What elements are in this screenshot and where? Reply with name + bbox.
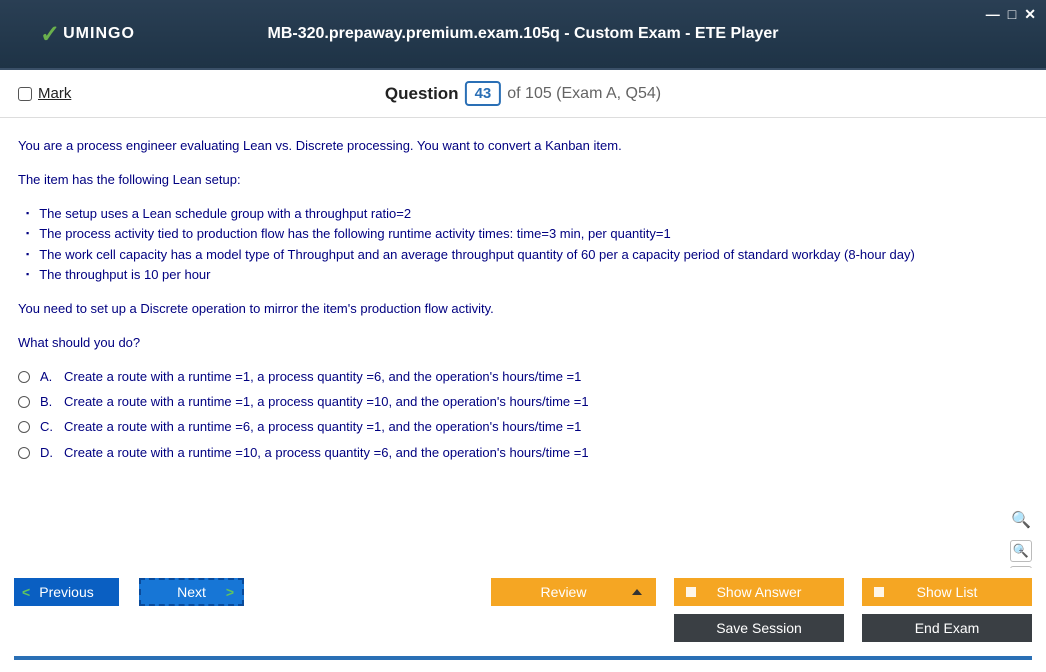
mark-checkbox[interactable] bbox=[18, 87, 32, 101]
end-exam-button[interactable]: End Exam bbox=[862, 614, 1032, 642]
nav-right-2: Save Session End Exam bbox=[674, 614, 1032, 642]
options-list: A. Create a route with a runtime =1, a p… bbox=[18, 367, 1028, 463]
mark-label[interactable]: Mark bbox=[38, 85, 71, 102]
previous-label: Previous bbox=[39, 584, 93, 600]
minimize-icon[interactable]: — bbox=[986, 6, 1000, 23]
question-indicator: Question 43 of 105 (Exam A, Q54) bbox=[385, 81, 661, 106]
question-content: You are a process engineer evaluating Le… bbox=[0, 118, 1046, 598]
save-session-label: Save Session bbox=[716, 620, 802, 636]
option-letter: B. bbox=[40, 392, 56, 412]
show-answer-button[interactable]: Show Answer bbox=[674, 578, 844, 606]
question-word: Question bbox=[385, 84, 459, 104]
square-icon bbox=[874, 587, 884, 597]
radio-icon[interactable] bbox=[18, 447, 30, 459]
intro-text-2: The item has the following Lean setup: bbox=[18, 170, 1028, 190]
option-b[interactable]: B. Create a route with a runtime =1, a p… bbox=[18, 392, 1028, 412]
window-controls: — □ ✕ bbox=[986, 6, 1036, 23]
question-of-text: of 105 (Exam A, Q54) bbox=[507, 85, 661, 103]
question-header: Mark Question 43 of 105 (Exam A, Q54) bbox=[0, 70, 1046, 118]
previous-button[interactable]: < Previous bbox=[14, 578, 119, 606]
square-icon bbox=[686, 587, 696, 597]
nav-right: Review Show Answer Show List bbox=[491, 578, 1032, 606]
bullet-item: The work cell capacity has a model type … bbox=[26, 245, 1028, 265]
option-c[interactable]: C. Create a route with a runtime =6, a p… bbox=[18, 417, 1028, 437]
button-row-1: < Previous Next > Review Show Answer Sho… bbox=[14, 578, 1032, 606]
end-exam-label: End Exam bbox=[915, 620, 980, 636]
question-number: 43 bbox=[465, 81, 502, 106]
radio-icon[interactable] bbox=[18, 421, 30, 433]
show-answer-label: Show Answer bbox=[717, 584, 802, 600]
review-label: Review bbox=[541, 584, 587, 600]
logo-text: UMINGO bbox=[63, 25, 135, 43]
zoom-in-button[interactable]: 🔍+ bbox=[1010, 540, 1032, 562]
option-letter: C. bbox=[40, 417, 56, 437]
radio-icon[interactable] bbox=[18, 371, 30, 383]
option-text: Create a route with a runtime =1, a proc… bbox=[64, 392, 589, 412]
search-icon[interactable]: 🔍 bbox=[1011, 509, 1031, 534]
chevron-left-icon: < bbox=[22, 584, 30, 600]
save-session-button[interactable]: Save Session bbox=[674, 614, 844, 642]
triangle-up-icon bbox=[632, 589, 642, 595]
show-list-label: Show List bbox=[917, 584, 978, 600]
need-text: You need to set up a Discrete operation … bbox=[18, 299, 1028, 319]
bottom-separator bbox=[14, 656, 1032, 660]
next-button[interactable]: Next > bbox=[139, 578, 244, 606]
option-d[interactable]: D. Create a route with a runtime =10, a … bbox=[18, 443, 1028, 463]
close-icon[interactable]: ✕ bbox=[1024, 6, 1036, 23]
option-text: Create a route with a runtime =10, a pro… bbox=[64, 443, 589, 463]
app-logo: ✓ UMINGO bbox=[40, 20, 135, 49]
option-text: Create a route with a runtime =1, a proc… bbox=[64, 367, 581, 387]
next-label: Next bbox=[177, 584, 206, 600]
maximize-icon[interactable]: □ bbox=[1008, 6, 1016, 23]
checkmark-icon: ✓ bbox=[40, 20, 61, 49]
button-row-2: Save Session End Exam bbox=[14, 614, 1032, 642]
bottom-bar: < Previous Next > Review Show Answer Sho… bbox=[0, 568, 1046, 672]
chevron-right-icon: > bbox=[226, 584, 234, 600]
nav-left: < Previous Next > bbox=[14, 578, 244, 606]
bullet-list: The setup uses a Lean schedule group wit… bbox=[26, 204, 1028, 285]
show-list-button[interactable]: Show List bbox=[862, 578, 1032, 606]
option-text: Create a route with a runtime =6, a proc… bbox=[64, 417, 581, 437]
title-bar: ✓ UMINGO MB-320.prepaway.premium.exam.10… bbox=[0, 0, 1046, 70]
option-a[interactable]: A. Create a route with a runtime =1, a p… bbox=[18, 367, 1028, 387]
radio-icon[interactable] bbox=[18, 396, 30, 408]
bullet-item: The throughput is 10 per hour bbox=[26, 265, 1028, 285]
intro-text-1: You are a process engineer evaluating Le… bbox=[18, 136, 1028, 156]
bullet-item: The setup uses a Lean schedule group wit… bbox=[26, 204, 1028, 224]
prompt-text: What should you do? bbox=[18, 333, 1028, 353]
option-letter: D. bbox=[40, 443, 56, 463]
window-title: MB-320.prepaway.premium.exam.105q - Cust… bbox=[267, 25, 778, 43]
bullet-item: The process activity tied to production … bbox=[26, 224, 1028, 244]
review-button[interactable]: Review bbox=[491, 578, 656, 606]
option-letter: A. bbox=[40, 367, 56, 387]
